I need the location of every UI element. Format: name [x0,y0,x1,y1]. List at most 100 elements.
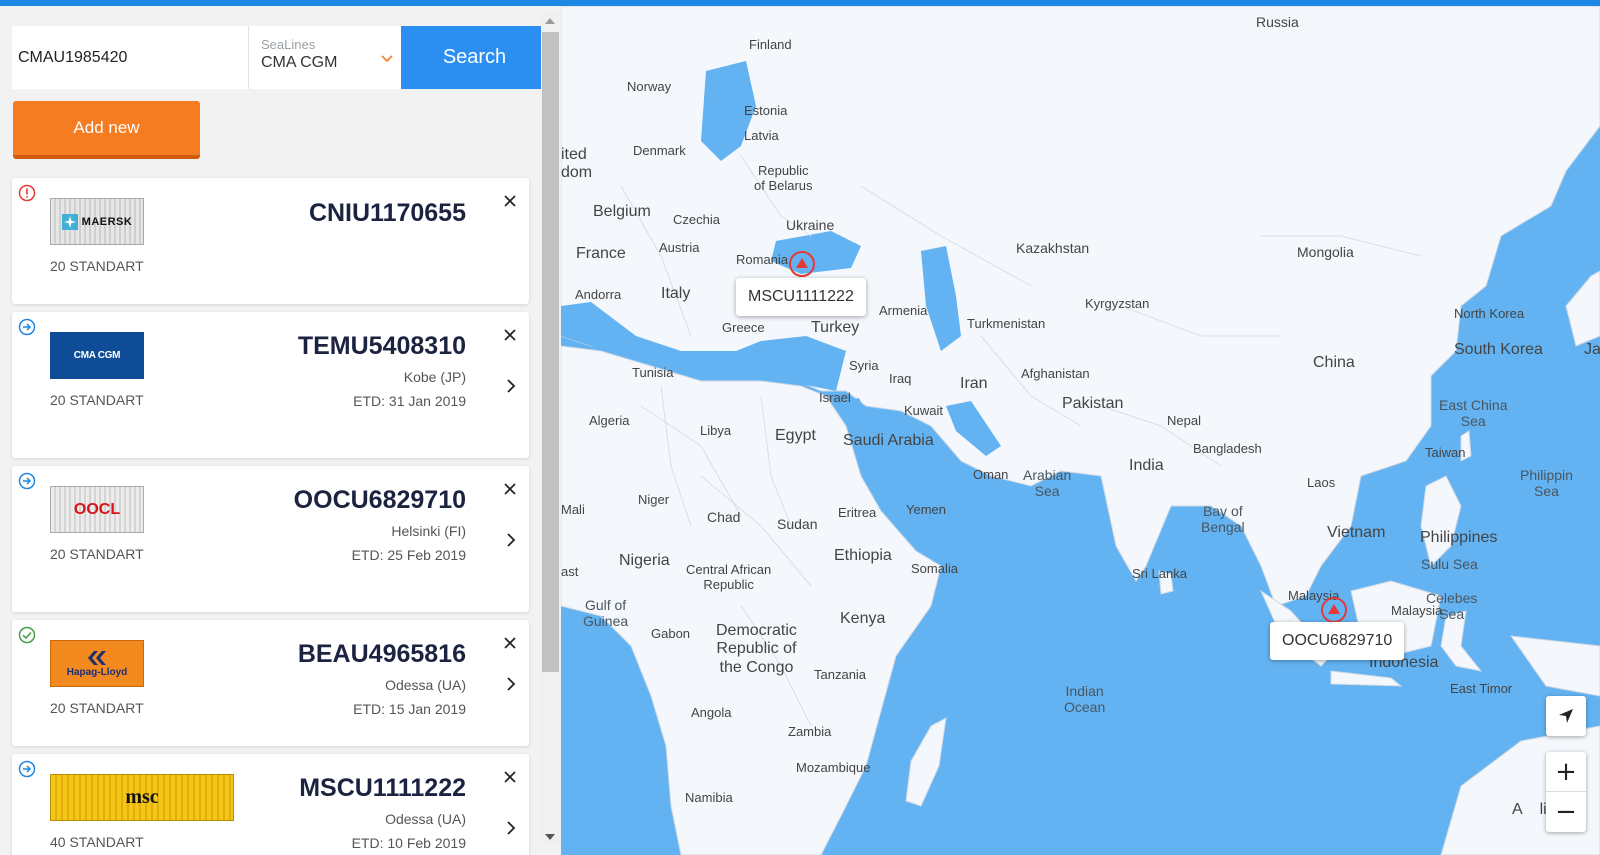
map-label-oman: Oman [973,467,1009,482]
container-number: TEMU5408310 [297,332,466,360]
map-label-libya: Libya [700,423,732,438]
chevron-right-icon[interactable] [505,676,517,692]
map-label-east-china-sea: East China Sea [1439,397,1508,430]
map-label-belarus: Republic of Belarus [754,163,813,193]
etd-date: ETD: 15 Jan 2019 [353,701,466,717]
map-label-mozambique: Mozambique [796,760,871,775]
carrier-logo-maersk: MAERSK [50,198,144,245]
map-label-central-african-republic: Central African Republic [686,562,772,592]
map-label-japan: Ja [1584,341,1600,358]
container-card[interactable]: MAERSK 20 STANDART CNIU1170655 [12,178,529,304]
map-label-denmark: Denmark [633,143,686,158]
map-label-saudi-arabia: Saudi Arabia [843,432,934,449]
map-label-india: India [1129,457,1164,474]
map-label-afghanistan: Afghanistan [1021,366,1090,381]
map-label-syria: Syria [849,358,879,373]
map-label-somalia: Somalia [911,561,958,576]
close-icon[interactable] [503,770,517,784]
map-label-estonia: Estonia [744,103,788,118]
container-list: MAERSK 20 STANDART CNIU1170655 CMA CGM 2… [12,178,529,855]
zoom-out-button[interactable]: − [1546,792,1586,832]
map-label-czechia: Czechia [673,212,720,227]
map-label-belgium: Belgium [593,203,651,220]
map-label-vietnam: Vietnam [1327,524,1386,541]
carrier-name: CMA CGM [73,350,121,361]
map-label-chad: Chad [707,509,741,525]
map-label-mongolia: Mongolia [1297,244,1354,260]
map-label-algeria: Algeria [589,413,630,428]
map-label-nepal: Nepal [1167,413,1201,428]
map-label-north-korea: North Korea [1454,306,1525,321]
container-type: 20 STANDART [50,546,144,562]
alert-icon [18,184,36,202]
ship-location-marker-icon[interactable] [788,250,816,278]
map-label-iraq: Iraq [889,371,912,386]
scroll-thumb[interactable] [542,32,559,672]
sealine-value: CMA CGM [261,54,338,71]
map-label-arabian-sea: Arabian Sea [1023,467,1072,500]
map-label-laos: Laos [1307,475,1336,490]
close-icon[interactable] [503,194,517,208]
map-label-mali: Mali [561,502,585,517]
scroll-up-arrow-icon[interactable] [545,18,555,24]
map-label-taiwan: Taiwan [1425,445,1466,460]
in-transit-icon [18,760,36,778]
map-label-norway: Norway [627,79,672,94]
map-label-iran: Iran [960,375,988,392]
map-label-andorra: Andorra [575,287,622,302]
map-label-sulu-sea: Sulu Sea [1421,556,1478,572]
close-icon[interactable] [503,636,517,650]
map-label-sudan: Sudan [777,516,818,532]
container-card[interactable]: Hapag-Lloyd 20 STANDART BEAU4965816 Odes… [12,620,529,746]
close-icon[interactable] [503,328,517,342]
carrier-logo-msc: msc [50,774,234,821]
container-card[interactable]: OOCL 20 STANDART OOCU6829710 Helsinki (F… [12,466,529,612]
marker-popup[interactable]: MSCU1111222 [736,278,866,316]
ship-location-marker-icon[interactable] [1320,596,1348,624]
map-label-latvia: Latvia [744,128,779,143]
map-label-australia: A li [1512,801,1547,818]
world-map[interactable]: Russia Finland Norway Estonia Latvia Den… [561,6,1600,855]
map-label-south-korea: South Korea [1454,341,1543,358]
chevron-right-icon[interactable] [505,532,517,548]
map-label-kenya: Kenya [840,610,886,627]
navigation-arrow-icon [1559,709,1573,723]
add-new-button[interactable]: Add new [13,101,200,159]
container-number: MSCU1111222 [299,774,466,802]
chevron-right-icon[interactable] [505,820,517,836]
panel-scrollbar[interactable] [541,12,559,844]
in-transit-icon [18,318,36,336]
map-label-gulf-of-guinea: Gulf of Guinea [583,597,629,630]
map-label-armenia: Armenia [879,303,928,318]
carrier-name: Hapag-Lloyd [66,666,128,678]
map-label-east-timor: East Timor [1450,681,1513,696]
map-label-russia: Russia [1256,14,1299,30]
sealine-label: SeaLines [261,37,316,52]
container-number-input[interactable] [12,26,248,89]
search-button[interactable]: Search [401,26,548,89]
container-type: 20 STANDART [50,258,144,274]
locate-button[interactable] [1546,696,1586,736]
container-card[interactable]: msc 40 STANDART MSCU1111222 Odessa (UA) … [12,754,529,855]
etd-date: ETD: 25 Feb 2019 [351,547,466,563]
marker-popup[interactable]: OOCU6829710 [1270,622,1405,660]
map-label-bangladesh: Bangladesh [1193,441,1262,456]
zoom-controls: + − [1546,752,1586,832]
scroll-down-arrow-icon[interactable] [545,834,555,840]
map-label-niger: Niger [638,492,670,507]
container-type: 40 STANDART [50,834,144,850]
container-card[interactable]: CMA CGM 20 STANDART TEMU5408310 Kobe (JP… [12,312,529,458]
sealine-select[interactable]: SeaLines CMA CGM [248,26,401,89]
map-label-ukraine: Ukraine [786,217,835,233]
map-label-sri-lanka: Sri Lanka [1132,566,1187,581]
chevron-right-icon[interactable] [505,378,517,394]
close-icon[interactable] [503,482,517,496]
destination-port: Helsinki (FI) [391,523,466,539]
destination-port: Odessa (UA) [385,811,466,827]
map-label-egypt: Egypt [775,427,816,444]
map-label-turkmenistan: Turkmenistan [967,316,1046,331]
map-label-france: France [576,245,626,262]
map-label-gabon: Gabon [651,626,691,641]
zoom-in-button[interactable]: + [1546,752,1586,792]
map-label-drc: Democratic Republic of the Congo [716,622,797,676]
